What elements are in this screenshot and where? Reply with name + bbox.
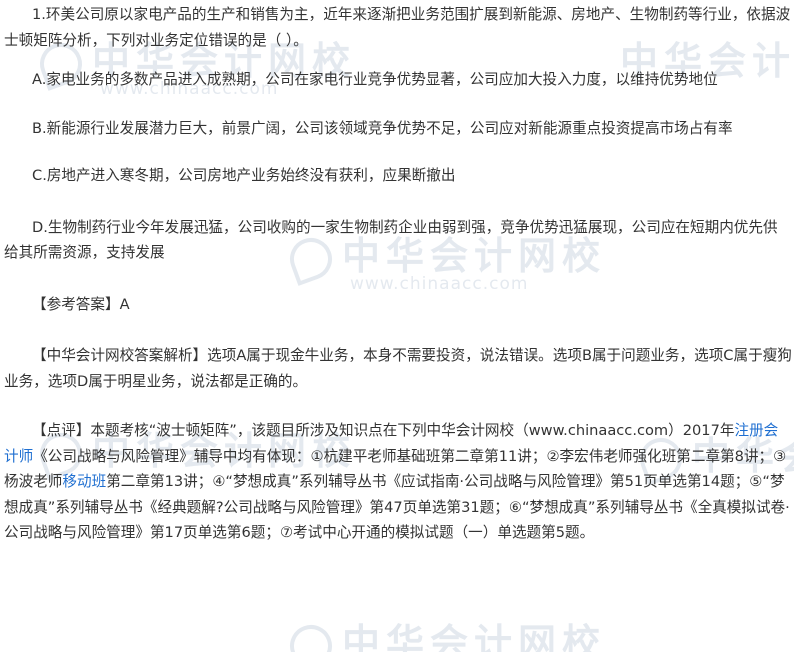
mobile-class-link[interactable]: 移动班 <box>62 473 106 490</box>
question-stem: 1.环美公司原以家电产品的生产和销售为主，近年来逐渐把业务范围扩展到新能源、房地… <box>4 6 791 49</box>
option-b: B.新能源行业发展潜力巨大，前景广阔，公司该领域竞争优势不足，公司应对新能源重点… <box>32 119 733 137</box>
watermark-logo-icon <box>284 618 338 652</box>
watermark: 中华会计网校 <box>284 612 607 652</box>
option-d: D.生物制药行业今年发展迅猛，公司收购的一家生物制药企业由弱到强，竞争优势迅猛展… <box>4 218 778 262</box>
answer-analysis: 【中华会计网校答案解析】选项A属于现金牛业务，本身不需要投资，说法错误。选项B属… <box>4 347 792 390</box>
option-c: C.房地产进入寒冬期，公司房地产业务始终没有获利，应果断撤出 <box>32 167 456 184</box>
comment-part3: 第二章第13讲；④“梦想成真”系列辅导丛书《应试指南·公司战略与风险管理》第51… <box>4 473 790 541</box>
comment: 【点评】本题考核“波士顿矩阵”，该题目所涉及知识点在下列中华会计网校（www.c… <box>4 418 792 546</box>
watermark-text: 中华会计网校 <box>342 621 607 652</box>
reference-answer: 【参考答案】A <box>32 295 130 313</box>
comment-part1: 【点评】本题考核“波士顿矩阵”，该题目所涉及知识点在下列中华会计网校（www.c… <box>32 422 735 439</box>
option-a: A.家电业务的多数产品进入成熟期，公司在家电行业竞争优势显著，公司应加大投入力度… <box>32 71 718 88</box>
question-content: 1.环美公司原以家电产品的生产和销售为主，近年来逐渐把业务范围扩展到新能源、房地… <box>4 0 792 546</box>
